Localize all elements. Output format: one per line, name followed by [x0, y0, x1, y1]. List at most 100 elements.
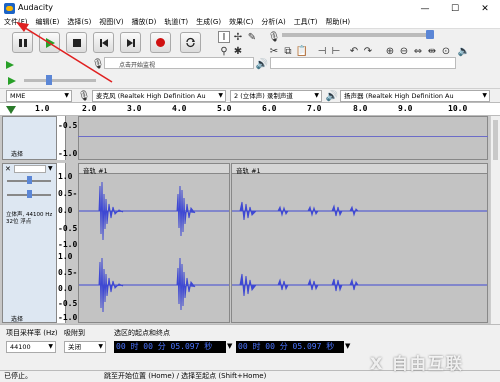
draw-tool-icon[interactable]: ✎	[246, 31, 258, 43]
menu-tools[interactable]: 工具(T)	[290, 17, 322, 28]
fit-project-icon[interactable]: ⇹	[426, 45, 438, 57]
chevron-down-icon: ▼	[98, 343, 103, 350]
menu-analyze[interactable]: 分析(A)	[257, 17, 289, 28]
redo-icon[interactable]: ↷	[362, 45, 374, 57]
audio-host-select[interactable]: MME ▼	[6, 90, 72, 102]
recording-device-select[interactable]: 麦克风 (Realtek High Definition Au ▼	[92, 90, 226, 102]
mic-device-icon: 🎙	[77, 90, 91, 102]
ruler-tick: 10.0	[448, 104, 468, 113]
minimize-button[interactable]: —	[410, 0, 440, 17]
trim-icon[interactable]: ⊣	[316, 45, 328, 57]
selection-end-time[interactable]: 00 时 00 分 05.097 秒	[236, 341, 344, 353]
pan-thumb[interactable]	[27, 190, 32, 198]
y-label: -1.0	[58, 313, 78, 322]
y-label: 0.0	[58, 284, 73, 293]
skip-to-end-button[interactable]	[120, 32, 141, 53]
track-control-panel-prev[interactable]: 选择	[2, 116, 57, 160]
audio-clip-1[interactable]: 音轨 #1	[78, 163, 230, 323]
chevron-down-icon[interactable]: ▼	[227, 342, 232, 350]
close-window-button[interactable]: ✕	[470, 0, 500, 17]
record-volume-thumb[interactable]	[426, 30, 434, 39]
silence-icon[interactable]: ⊢	[330, 45, 342, 57]
record-meter[interactable]: 点击开始监视	[104, 57, 254, 69]
loop-button[interactable]	[180, 32, 201, 53]
paste-icon[interactable]: 📋	[296, 45, 308, 57]
track-waveform-prev[interactable]	[78, 116, 488, 160]
ruler-tick: 2.0	[82, 104, 97, 113]
ruler-tick: 9.0	[398, 104, 413, 113]
y-label: 0.0	[58, 206, 73, 215]
clip-2-title-bar[interactable]: 音轨 #1	[232, 164, 487, 175]
select-button-prev[interactable]: 选择	[11, 149, 23, 158]
cut-icon[interactable]: ✂	[268, 45, 280, 57]
gain-thumb[interactable]	[27, 176, 32, 184]
menu-tracks[interactable]: 轨道(T)	[160, 17, 192, 28]
playback-meter[interactable]	[270, 57, 456, 69]
y-label: 1.0	[58, 172, 73, 181]
speaker-icon[interactable]: 🔈	[458, 45, 470, 57]
watermark-logo: X 自由互联	[370, 354, 464, 373]
selection-tool-icon[interactable]: I	[218, 31, 230, 43]
ruler-tick: 8.0	[353, 104, 368, 113]
clip-1-title-bar[interactable]: 音轨 #1	[79, 164, 229, 175]
ruler-tick: 4.0	[172, 104, 187, 113]
zoom-in-icon[interactable]: ⊕	[384, 45, 396, 57]
ruler-tick: 7.0	[307, 104, 322, 113]
chevron-down-icon: ▼	[314, 92, 319, 99]
y-label: 1.0	[58, 252, 73, 261]
snap-to-select[interactable]: 关闭 ▼	[64, 341, 106, 353]
undo-icon[interactable]: ↶	[348, 45, 360, 57]
fit-selection-icon[interactable]: ⇔	[412, 45, 424, 57]
chevron-down-icon: ▼	[482, 92, 487, 99]
loop-icon	[186, 37, 195, 48]
multi-tool-icon[interactable]: ✱	[232, 45, 244, 57]
chevron-down-icon: ▼	[64, 92, 69, 99]
selection-range-label: 选区的起点和终点	[114, 329, 170, 337]
snap-to-label: 吸附到	[64, 329, 85, 337]
track-control-panel[interactable]: ✕ ▼ 立体声, 44100 Hz 32位 浮点 选择	[2, 163, 57, 323]
menu-transport[interactable]: 播放(D)	[128, 17, 161, 28]
track-info: 立体声, 44100 Hz 32位 浮点	[6, 212, 53, 225]
scrollbar-thumb[interactable]	[493, 120, 498, 160]
track-menu-arrow-icon[interactable]: ▼	[48, 165, 53, 172]
record-icon	[156, 38, 165, 47]
speaker-device-icon: 🔊	[325, 90, 339, 102]
chevron-down-icon[interactable]: ▼	[345, 342, 350, 350]
audio-clip-2[interactable]: 音轨 #1	[231, 163, 488, 323]
record-volume-slider[interactable]	[282, 33, 432, 37]
vertical-scrollbar[interactable]	[490, 116, 500, 324]
microphone-icon[interactable]: 🎙	[268, 31, 281, 43]
selection-start-time[interactable]: 00 时 00 分 05.097 秒	[114, 341, 226, 353]
zoom-out-icon[interactable]: ⊖	[398, 45, 410, 57]
maximize-button[interactable]: ☐	[440, 0, 470, 17]
y-label: 0.5-	[58, 268, 78, 277]
ruler-tick: 5.0	[217, 104, 232, 113]
track-area[interactable]: 选择 -0.5- -1.0 ✕ ▼ 立体声, 44100 Hz 32位 浮点 选…	[0, 116, 490, 324]
center-line	[78, 136, 488, 137]
select-track-button[interactable]: 选择	[11, 314, 23, 323]
menu-help[interactable]: 帮助(H)	[321, 17, 354, 28]
envelope-tool-icon[interactable]: ✢	[232, 31, 244, 43]
recording-device-value: 麦克风 (Realtek High Definition Au	[96, 92, 206, 100]
project-rate-label: 项目采样率 (Hz)	[6, 329, 58, 337]
recording-channels-select[interactable]: 2 (立体声) 录制声道 ▼	[230, 90, 322, 102]
skip-to-end-icon	[126, 38, 135, 47]
record-button[interactable]	[150, 32, 171, 53]
track-close-button[interactable]: ✕	[5, 165, 11, 173]
clip-1-waveform	[79, 181, 229, 313]
y-label: -1.0	[58, 149, 78, 158]
track-name-menu[interactable]	[14, 165, 46, 173]
playback-meter-speaker-icon[interactable]: 🔊	[256, 58, 268, 70]
menu-effect[interactable]: 效果(C)	[225, 17, 257, 28]
menu-generate[interactable]: 生成(G)	[192, 17, 225, 28]
playback-device-value: 扬声器 (Realtek High Definition Au	[344, 92, 454, 100]
ruler-tick: 1.0	[35, 104, 50, 113]
zoom-toggle-icon[interactable]: ⊙	[440, 45, 452, 57]
playback-device-select[interactable]: 扬声器 (Realtek High Definition Au ▼	[340, 90, 490, 102]
timeline-options-icon[interactable]	[6, 106, 16, 114]
timeline-ruler[interactable]: 1.0 2.0 3.0 4.0 5.0 6.0 7.0 8.0 9.0 10.0	[0, 102, 500, 116]
project-rate-select[interactable]: 44100 ▼	[6, 341, 56, 353]
zoom-tool-icon[interactable]: ⚲	[218, 45, 230, 57]
snap-to-value: 关闭	[68, 343, 81, 351]
copy-icon[interactable]: ⧉	[282, 45, 294, 57]
